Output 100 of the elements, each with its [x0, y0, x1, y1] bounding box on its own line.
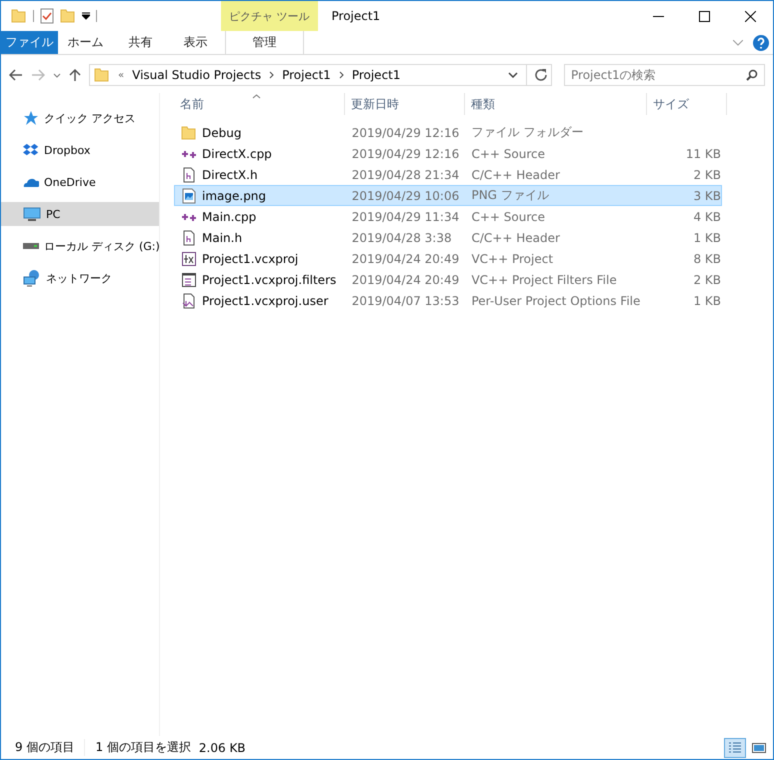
file-type: VC++ Project [471, 252, 554, 266]
file-type: PNG ファイル [471, 188, 549, 202]
file-type: C++ Source [471, 210, 545, 224]
overflow-text[interactable]: « [118, 70, 124, 80]
folder-icon [94, 67, 110, 83]
modified-date: 2019/04/28 3:38 [352, 230, 452, 244]
file-row[interactable]: Project1.vcxproj.user 2019/04/07 13:53 Per-User Project Options File 1 KB [174, 290, 722, 311]
item-count: 9 個の項目 [15, 739, 86, 756]
file-type: C++ Source [471, 146, 545, 160]
project-file-icon [181, 250, 197, 266]
file-name: Project1.vcxproj [202, 252, 298, 266]
sidebar-item[interactable]: クイック アクセス [1, 106, 159, 130]
folder-icon [11, 8, 27, 24]
file-type: C/C++ Header [471, 168, 560, 182]
column-header[interactable]: 更新日時 [345, 93, 465, 115]
back-icon[interactable] [9, 69, 23, 81]
new-folder-icon [60, 8, 76, 24]
properties-icon[interactable] [40, 8, 54, 24]
file-size: 1 KB [693, 230, 721, 244]
breadcrumb[interactable]: Visual Studio Projects [132, 68, 262, 82]
file-name: DirectX.cpp [202, 146, 272, 160]
modified-date: 2019/04/29 12:16 [352, 146, 460, 160]
file-tab[interactable]: ファイル [1, 31, 58, 54]
breadcrumb[interactable]: Project1 [282, 68, 331, 82]
chevron-icon[interactable] [269, 71, 274, 79]
dropdown-icon[interactable] [82, 12, 90, 20]
column-header[interactable]: 名前 [174, 93, 345, 115]
cloud-icon [23, 176, 39, 188]
up-icon[interactable] [69, 68, 81, 82]
file-name: image.png [202, 188, 266, 202]
file-type: ファイル フォルダー [471, 125, 584, 139]
file-name: Main.cpp [202, 210, 256, 224]
file-size: 4 KB [693, 210, 721, 224]
file-size: 2 KB [693, 272, 721, 286]
filters-file-icon [181, 272, 197, 288]
file-row[interactable]: Main.h 2019/04/28 3:38 C/C++ Header 1 KB [174, 227, 722, 248]
search-field[interactable]: Project1の検索 [564, 64, 765, 86]
column-header[interactable]: 種類 [465, 93, 647, 115]
column-header[interactable]: サイズ [647, 93, 727, 115]
sidebar-item[interactable]: ネットワーク [1, 266, 159, 290]
file-name: Project1.vcxproj.user [202, 294, 328, 308]
network-icon [23, 269, 41, 287]
header-file-icon [181, 230, 197, 246]
user-file-icon [181, 292, 197, 308]
close-icon[interactable] [744, 10, 756, 22]
ribbon-tab[interactable]: 表示 [168, 31, 223, 54]
address-dropdown-icon[interactable] [508, 72, 518, 78]
file-size: 8 KB [693, 252, 721, 266]
sidebar-item[interactable]: OneDrive [1, 170, 159, 194]
image-file-icon [181, 188, 197, 204]
large-icons-view-icon [752, 742, 766, 754]
modified-date: 2019/04/28 21:34 [352, 168, 460, 182]
chevron-icon[interactable] [338, 71, 344, 79]
maximize-icon[interactable] [698, 10, 710, 22]
folder-icon [181, 124, 197, 140]
file-row[interactable]: image.png 2019/04/29 10:06 PNG ファイル 3 KB [174, 185, 722, 206]
file-row[interactable]: DirectX.cpp 2019/04/29 12:16 C++ Source 11 KB [174, 143, 722, 164]
file-size: 2 KB [693, 168, 721, 182]
modified-date: 2019/04/24 20:49 [352, 272, 460, 286]
star-icon [23, 110, 39, 126]
file-name: Main.h [202, 230, 242, 244]
breadcrumb[interactable]: Project1 [352, 68, 401, 82]
sidebar-item[interactable]: ローカル ディスク (G:) [1, 234, 159, 258]
file-row[interactable]: Main.cpp 2019/04/29 11:34 C++ Source 4 KB [174, 206, 722, 227]
file-size: 11 KB [686, 146, 721, 160]
modified-date: 2019/04/24 20:49 [352, 252, 460, 266]
file-name: DirectX.h [202, 168, 258, 182]
drive-icon [23, 242, 39, 250]
selection-count: 1 個の項目を選択 [95, 739, 191, 756]
file-row[interactable]: DirectX.h 2019/04/28 21:34 C/C++ Header 2 KB [174, 164, 722, 185]
details-view-icon [728, 742, 742, 754]
header-file-icon [181, 166, 197, 182]
expand-ribbon-icon[interactable] [733, 40, 743, 46]
modified-date: 2019/04/29 10:06 [352, 188, 460, 202]
file-type: Per-User Project Options File [471, 294, 640, 308]
sidebar-item[interactable]: PC [1, 202, 159, 226]
file-size: 1 KB [693, 294, 721, 308]
ribbon-tab[interactable]: 共有 [113, 31, 168, 54]
ribbon-tab[interactable]: ホーム [58, 31, 113, 54]
selection-size: 2.06 KB [198, 740, 246, 754]
context-group-title: ピクチャ ツール [221, 1, 318, 31]
help-icon[interactable] [753, 34, 769, 50]
modified-date: 2019/04/29 12:16 [352, 126, 460, 140]
window-title: Project1 [332, 9, 380, 23]
file-type: C/C++ Header [471, 230, 560, 244]
file-row[interactable]: Debug 2019/04/29 12:16 ファイル フォルダー [174, 122, 722, 143]
monitor-icon [23, 206, 41, 222]
refresh-icon[interactable] [535, 69, 547, 81]
search-icon [746, 69, 758, 81]
details-view-button[interactable] [724, 738, 746, 758]
file-row[interactable]: Project1.vcxproj 2019/04/24 20:49 VC++ Project 8 KB [174, 248, 722, 269]
address-bar[interactable]: « Visual Studio Projects Project1 Project1 [89, 64, 552, 86]
sort-ascending-icon [252, 94, 261, 99]
file-size: 3 KB [693, 188, 721, 202]
sidebar-item[interactable]: Dropbox [1, 138, 159, 162]
modified-date: 2019/04/29 11:34 [352, 210, 460, 224]
recent-dropdown-icon[interactable] [53, 72, 61, 78]
file-row[interactable]: Project1.vcxproj.filters 2019/04/24 20:49 VC++ Project Filters File 2 KB [174, 269, 722, 290]
file-name: Debug [202, 126, 242, 140]
file-name: Project1.vcxproj.filters [202, 272, 336, 286]
